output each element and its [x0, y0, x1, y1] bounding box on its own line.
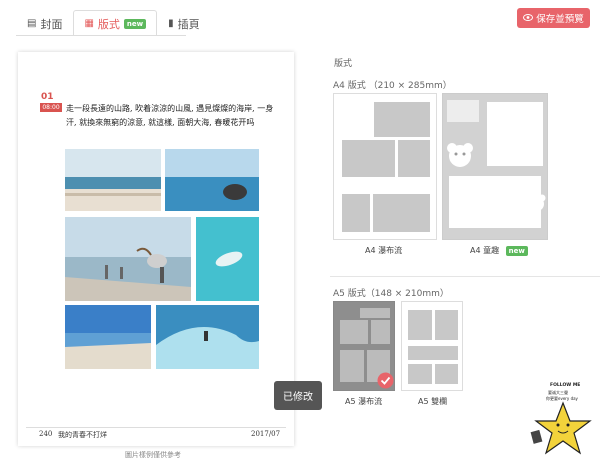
layout-a4-waterfall-label: A4 瀑布流	[365, 246, 403, 255]
eye-icon	[523, 13, 534, 24]
image-placeholder	[435, 364, 458, 384]
layout-a4-kids[interactable]	[442, 93, 548, 240]
mascot-sticker: FOLLOW ME 要诚大三聲 你更要every day	[526, 383, 600, 459]
image-placeholder	[408, 364, 432, 384]
image-placeholder	[340, 320, 368, 344]
image-placeholder	[374, 102, 430, 137]
star-mascot-icon	[530, 401, 592, 455]
image-placeholder	[342, 140, 395, 177]
grid-icon: ▦	[84, 18, 94, 29]
layout-a5-two-column-label: A5 雙欄	[418, 397, 448, 406]
photo-shore	[65, 305, 151, 369]
check-icon	[377, 372, 394, 389]
footer-divider	[26, 427, 286, 428]
image-placeholder	[340, 350, 364, 382]
photo-pelican	[65, 217, 191, 301]
image-placeholder	[435, 310, 458, 340]
entry-text: 走一段長遠的山路, 吹着涼涼的山風, 遇見燦燦的海岸, 一身汗, 就換來無窮的涼…	[66, 104, 274, 127]
image-placeholder	[398, 140, 430, 177]
image-placeholder	[408, 346, 458, 360]
save-preview-label: 保存並預覽	[536, 14, 584, 25]
tab-cover-label: 封面	[40, 17, 63, 31]
a4-section-title: A4 版式 （210 × 285mm）	[333, 81, 452, 91]
bear-icon	[528, 194, 546, 211]
book-icon: ▤	[27, 18, 37, 29]
layout-a4-kids-text: A4 童趣	[470, 246, 500, 255]
layout-a5-waterfall-label: A5 瀑布流	[345, 397, 383, 406]
tab-layout[interactable]: ▦ 版式 new	[73, 10, 158, 36]
layout-a5-two-column[interactable]	[401, 301, 463, 391]
layout-a5-waterfall[interactable]	[333, 301, 395, 391]
new-badge: new	[123, 18, 147, 29]
footer-date: 2017/07	[251, 430, 281, 438]
tab-insert-page[interactable]: ▮ 插頁	[157, 10, 211, 36]
image-placeholder	[342, 194, 370, 232]
save-preview-button[interactable]: 保存並預覽	[517, 8, 590, 28]
page-preview: 01 08:00 走一段長遠的山路, 吹着涼涼的山風, 遇見燦燦的海岸, 一身汗…	[18, 52, 294, 446]
photo-dolphin	[196, 217, 259, 301]
day-number: 01	[41, 92, 54, 102]
layout-section-title: 版式	[334, 59, 353, 69]
mascot-text-1: FOLLOW ME	[550, 383, 581, 388]
section-divider	[330, 276, 600, 277]
photo-rock	[165, 149, 259, 211]
layout-a4-kids-label: A4 童趣 new	[470, 245, 528, 256]
image-placeholder	[371, 320, 390, 344]
layout-a4-waterfall[interactable]	[333, 93, 437, 240]
image-placeholder	[408, 310, 432, 340]
time-badge: 08:00	[40, 103, 62, 112]
image-placeholder	[373, 194, 430, 232]
tab-bar: ▤ 封面 ▦ 版式 new ▮ 插頁	[16, 10, 211, 36]
image-placeholder	[487, 102, 543, 166]
new-badge: new	[505, 246, 528, 256]
bear-icon	[447, 143, 473, 167]
image-placeholder	[447, 100, 479, 122]
footer-page-number: 240	[39, 430, 53, 438]
a5-section-title: A5 版式（148 × 210mm）	[333, 289, 449, 299]
photo-beach	[65, 149, 161, 211]
footer-book-title: 我的青春不打烊	[58, 431, 107, 439]
photo-surfer	[156, 305, 259, 369]
modified-button[interactable]: 已修改	[274, 381, 322, 410]
tab-insert-label: 插頁	[177, 17, 200, 31]
tab-cover[interactable]: ▤ 封面	[16, 10, 73, 36]
tab-layout-label: 版式	[97, 17, 120, 31]
bookmark-icon: ▮	[168, 18, 174, 29]
image-placeholder	[360, 308, 390, 318]
tab-underline	[16, 35, 186, 36]
